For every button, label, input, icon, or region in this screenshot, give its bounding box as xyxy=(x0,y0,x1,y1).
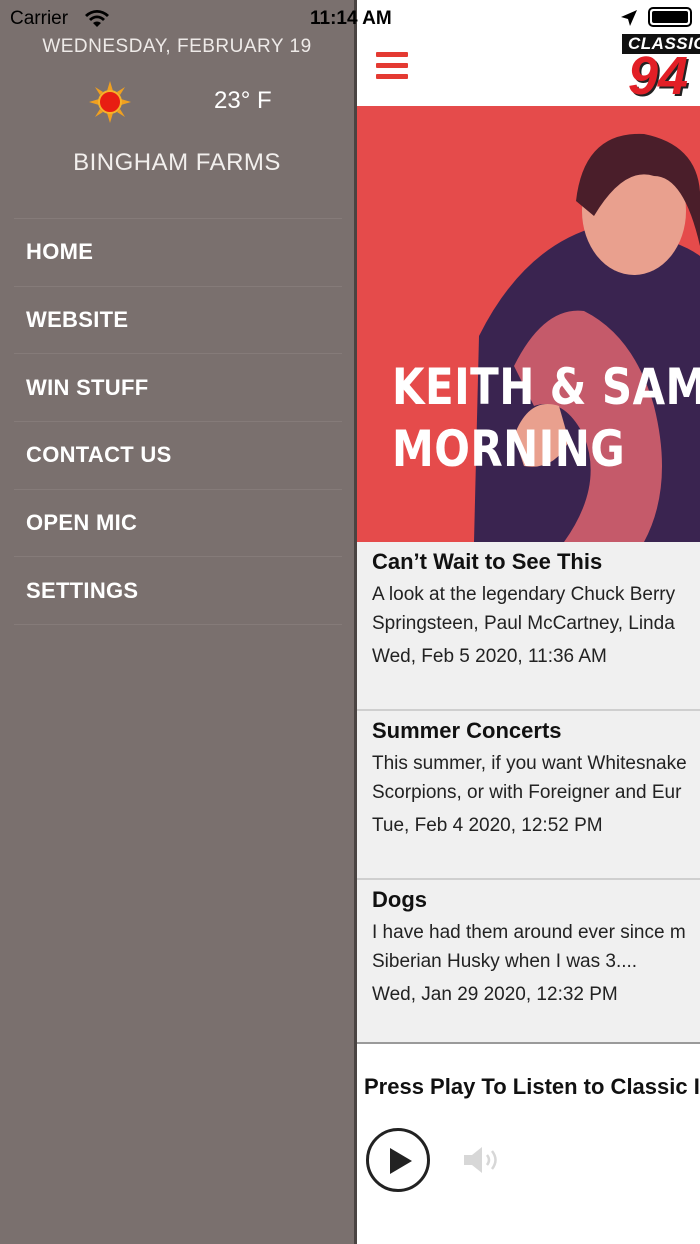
side-drawer: WEDNESDAY, FEBRUARY 19 23° F BINGHAM FAR… xyxy=(0,0,354,1244)
drawer-edge xyxy=(354,0,357,1244)
logo-number: 94 xyxy=(628,46,689,106)
menu-item-home[interactable]: HOME xyxy=(14,218,342,286)
hamburger-icon[interactable] xyxy=(376,52,408,82)
card-excerpt-line: A look at the legendary Chuck Berry xyxy=(372,584,676,605)
card-excerpt-line: Springsteen, Paul McCartney, Linda xyxy=(372,613,675,634)
card-excerpt: I have had them around ever since m Sibe… xyxy=(372,918,686,976)
hero-title-line2: MORNING xyxy=(392,420,626,478)
temperature: 23° F xyxy=(214,87,272,114)
card-excerpt-line: Scorpions, or with Foreigner and Eur xyxy=(372,782,682,803)
feed-card[interactable]: Dogs I have had them around ever since m… xyxy=(354,880,700,1049)
menu-item-website[interactable]: WEBSITE xyxy=(14,285,342,354)
hero-title: KEITH & SAM MORNING xyxy=(392,356,700,480)
menu-item-open-mic[interactable]: OPEN MIC xyxy=(14,488,342,557)
card-excerpt: A look at the legendary Chuck Berry Spri… xyxy=(372,580,675,638)
card-title: Dogs xyxy=(372,887,427,912)
carrier-label: Carrier xyxy=(10,8,69,29)
hero-banner[interactable]: KEITH & SAM MORNING xyxy=(354,106,700,542)
play-button[interactable] xyxy=(366,1128,430,1192)
card-title: Summer Concerts xyxy=(372,718,562,743)
play-icon xyxy=(390,1148,412,1174)
card-excerpt: This summer, if you want Whitesnake Scor… xyxy=(372,749,687,807)
sun-icon xyxy=(89,81,131,123)
player-label: Press Play To Listen to Classic I xyxy=(364,1074,700,1099)
clock: 11:14 AM xyxy=(310,8,392,29)
hero-title-line1: KEITH & SAM xyxy=(392,358,700,416)
card-title: Can’t Wait to See This xyxy=(372,549,603,574)
menu-divider xyxy=(14,624,342,626)
battery-icon xyxy=(648,7,692,27)
menu-item-settings[interactable]: SETTINGS xyxy=(14,556,342,624)
card-excerpt-line: I have had them around ever since m xyxy=(372,922,686,943)
station-logo: CLASSIC 94 xyxy=(622,34,700,104)
wifi-icon xyxy=(85,10,109,27)
main-content: CLASSIC 94 KEITH & SAM MORNING Can’t Wai… xyxy=(354,0,700,1244)
status-bar: Carrier 11:14 AM xyxy=(0,0,700,34)
card-excerpt-line: Siberian Husky when I was 3.... xyxy=(372,951,638,972)
menu-item-contact-us[interactable]: CONTACT US xyxy=(14,421,342,489)
card-date: Tue, Feb 4 2020, 12:52 PM xyxy=(372,815,603,836)
drawer-menu: HOME WEBSITE WIN STUFF CONTACT US OPEN M… xyxy=(14,218,342,626)
card-date: Wed, Jan 29 2020, 12:32 PM xyxy=(372,984,618,1005)
card-excerpt-line: This summer, if you want Whitesnake xyxy=(372,753,687,774)
feed-card[interactable]: Summer Concerts This summer, if you want… xyxy=(354,711,700,880)
volume-icon[interactable] xyxy=(462,1144,506,1176)
card-date: Wed, Feb 5 2020, 11:36 AM xyxy=(372,646,607,667)
news-feed: Can’t Wait to See This A look at the leg… xyxy=(354,542,700,1042)
audio-player: Press Play To Listen to Classic I xyxy=(354,1042,700,1244)
feed-card[interactable]: Can’t Wait to See This A look at the leg… xyxy=(354,542,700,711)
city-name: BINGHAM FARMS xyxy=(73,149,281,176)
menu-item-win-stuff[interactable]: WIN STUFF xyxy=(14,353,342,421)
weather-date: WEDNESDAY, FEBRUARY 19 xyxy=(42,36,312,57)
location-arrow-icon xyxy=(621,10,637,26)
